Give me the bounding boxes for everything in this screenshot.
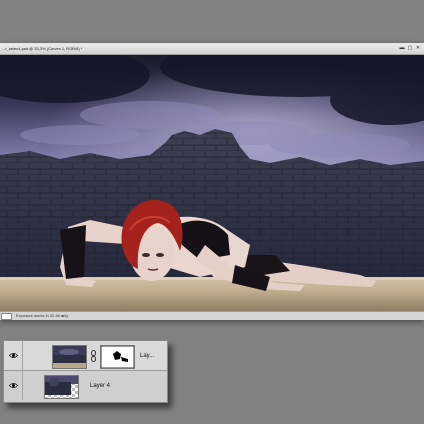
layer-name[interactable]: Lay... [140,352,154,360]
visibility-toggle[interactable] [4,341,23,370]
status-menu-arrow[interactable]: ▸ [62,313,64,319]
maximize-button[interactable]: ▢ [407,46,413,51]
visibility-toggle[interactable] [4,371,23,400]
document-window: ...r_selec4.psd @ 33,3% (Curves 1, RGB/8… [0,43,424,320]
mask-thumbnail-image [101,346,134,368]
layer-thumbnail[interactable] [44,375,79,399]
artwork-image [0,55,424,311]
chain-link-icon[interactable] [91,350,96,362]
zoom-level-field[interactable] [1,313,12,320]
eye-icon [9,353,18,358]
layer-thumbnail-image [53,346,86,368]
minimize-button[interactable]: ▬ [399,46,405,51]
layers-panel: Lay... Layer 4 [3,340,168,403]
eye-icon [9,383,18,388]
layer-thumbnail-image [45,376,78,395]
layer-thumbnail[interactable] [52,345,87,369]
image-canvas[interactable] [0,55,424,311]
layer-name[interactable]: Layer 4 [90,382,110,390]
status-text: Exposure works in 32-bit only [16,313,69,318]
document-title: ...r_selec4.psd @ 33,3% (Curves 1, RGB/8… [2,46,83,51]
close-button[interactable]: ✕ [415,46,421,51]
layer-mask-thumbnail[interactable] [100,345,135,369]
layer-row-layer-4[interactable]: Layer 4 [4,371,167,400]
document-title-bar[interactable]: ...r_selec4.psd @ 33,3% (Curves 1, RGB/8… [0,44,424,55]
status-bar: Exposure works in 32-bit only ▸ [0,311,424,320]
layer-row-curves[interactable]: Lay... [4,341,167,371]
